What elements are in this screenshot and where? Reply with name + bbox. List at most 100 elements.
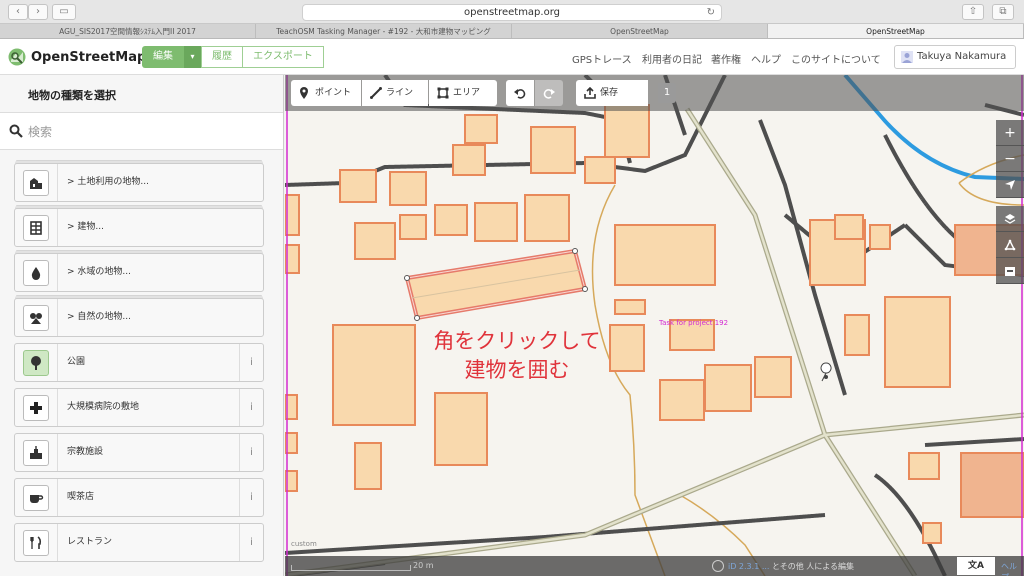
browser-tab-active[interactable]: OpenStreetMap	[768, 24, 1024, 38]
restaurant-icon	[30, 535, 42, 549]
user-menu-button[interactable]: Takuya Nakamura	[894, 45, 1016, 69]
preset-category-landuse[interactable]: > 土地利用の地物...	[14, 163, 264, 202]
add-line-button[interactable]: ライン	[362, 80, 428, 106]
imagery-source-label: custom	[291, 540, 317, 548]
preset-label: 喫茶店	[67, 492, 95, 502]
undo-button[interactable]	[506, 80, 534, 106]
geolocate-button[interactable]	[996, 172, 1024, 198]
share-icon[interactable]: ⇧	[962, 4, 984, 20]
preset-category-natural[interactable]: > 自然の地物...	[14, 298, 264, 337]
preset-label: > 土地利用の地物...	[67, 177, 149, 187]
add-point-label: ポイント	[315, 88, 352, 98]
preset-hospital-grounds[interactable]: 大規模病院の敷地 i	[14, 388, 264, 427]
site-header: OpenStreetMap 編集 ▾ 履歴 エクスポート GPSトレース 利用者…	[0, 39, 1024, 75]
reload-icon[interactable]: ↻	[707, 5, 715, 20]
address-bar[interactable]: openstreetmap.org ↻	[302, 4, 722, 21]
map-toolbar: ポイント ライン エリア 保存 1	[285, 75, 1024, 111]
site-logo-text[interactable]: OpenStreetMap	[31, 50, 146, 65]
preset-info-icon[interactable]: i	[239, 479, 263, 516]
export-button[interactable]: エクスポート	[242, 46, 324, 68]
preset-park[interactable]: 公園 i	[14, 343, 264, 382]
redo-icon	[543, 89, 555, 99]
upload-icon	[584, 87, 596, 99]
back-button[interactable]: ‹	[8, 4, 28, 20]
nav-link-diaries[interactable]: 利用者の日記	[642, 51, 702, 66]
preset-label: 宗教施設	[67, 447, 104, 457]
preset-info-icon[interactable]: i	[239, 344, 263, 381]
edit-button[interactable]: 編集	[142, 46, 184, 68]
save-label: 保存	[600, 88, 619, 98]
forward-button[interactable]: ›	[28, 4, 48, 20]
map-layer	[285, 75, 1024, 576]
preset-category-water[interactable]: > 水域の地物...	[14, 253, 264, 292]
cafe-cup-icon	[30, 494, 44, 503]
info-circle-icon[interactable]	[712, 560, 724, 572]
preset-sidebar: 地物の種類を選択 > 土地利用の地物... > 建物... > 水域の地物...…	[0, 75, 284, 576]
scale-bar	[291, 565, 411, 571]
preset-label: 公園	[67, 357, 86, 367]
background-settings-button[interactable]	[996, 206, 1024, 232]
add-point-button[interactable]: ポイント	[291, 80, 361, 106]
hospital-cross-icon	[30, 401, 42, 414]
search-icon	[9, 124, 23, 138]
preset-info-icon[interactable]: i	[239, 434, 263, 471]
preset-label: > 水域の地物...	[67, 267, 131, 277]
save-button[interactable]: 保存	[576, 80, 648, 106]
zoom-in-button[interactable]: +	[996, 120, 1024, 146]
map-data-button[interactable]	[996, 232, 1024, 258]
help-link[interactable]: ヘルプ	[1001, 561, 1024, 576]
preset-category-building[interactable]: > 建物...	[14, 208, 264, 247]
preset-list: > 土地利用の地物... > 建物... > 水域の地物... > 自然の地物.…	[14, 163, 264, 568]
map-data-icon	[1004, 238, 1016, 250]
nav-link-copyright[interactable]: 著作権	[711, 51, 741, 66]
map-canvas[interactable]: 角をクリックして 建物を囲む Task for project 192 ポイント…	[285, 75, 1024, 576]
location-arrow-icon	[1005, 179, 1015, 190]
search-input[interactable]	[28, 122, 268, 142]
tabs-overview-icon[interactable]: ⧉	[992, 4, 1014, 20]
redo-button[interactable]	[535, 80, 563, 106]
add-area-label: エリア	[453, 88, 481, 98]
nav-link-help[interactable]: ヘルプ	[751, 51, 781, 66]
avatar-icon	[901, 51, 913, 63]
instruction-overlay: 角をクリックして 建物を囲む	[409, 327, 625, 385]
line-icon	[370, 87, 382, 99]
add-area-button[interactable]: エリア	[429, 80, 497, 106]
buildings	[285, 104, 1024, 544]
preset-label: > 建物...	[67, 222, 104, 232]
instruction-line: 角をクリックして	[433, 329, 601, 353]
preset-info-icon[interactable]: i	[239, 524, 263, 561]
sidebar-title: 地物の種類を選択	[28, 89, 116, 102]
preset-restaurant[interactable]: レストラン i	[14, 523, 264, 562]
water-drop-icon	[31, 266, 41, 280]
language-button[interactable]: 文A	[957, 557, 995, 575]
preset-label: > 自然の地物...	[67, 312, 131, 322]
browser-tab-bar: AGU_SIS2017空間情報ｼｽﾃﾑ入門II 2017 TeachOSM Ta…	[0, 24, 1024, 39]
edit-dropdown-icon[interactable]: ▾	[184, 46, 201, 68]
building-icon	[30, 220, 42, 235]
preset-search	[0, 112, 283, 150]
browser-tab[interactable]: OpenStreetMap	[512, 24, 768, 38]
sidebar-toggle-icon[interactable]: ▭	[52, 4, 76, 20]
land-use-icon	[30, 177, 42, 189]
browser-toolbar: ‹ › ▭ openstreetmap.org ↻ ⇧ ⧉	[0, 0, 1024, 24]
zoom-out-button[interactable]: −	[996, 146, 1024, 172]
nav-link-gps-traces[interactable]: GPSトレース	[572, 51, 632, 66]
edit-count-badge: 1	[658, 83, 676, 103]
version-link[interactable]: iD 2.3.1 ...	[728, 562, 769, 571]
history-button[interactable]: 履歴	[201, 46, 243, 68]
add-line-label: ライン	[386, 88, 414, 98]
preset-cafe[interactable]: 喫茶店 i	[14, 478, 264, 517]
browser-tab[interactable]: TeachOSM Tasking Manager - #192 - 大和市建物マ…	[256, 24, 512, 38]
preset-place-of-worship[interactable]: 宗教施設 i	[14, 433, 264, 472]
undo-icon	[514, 89, 526, 99]
nav-link-about[interactable]: このサイトについて	[791, 51, 881, 66]
browser-tab[interactable]: AGU_SIS2017空間情報ｼｽﾃﾑ入門II 2017	[0, 24, 256, 38]
osm-logo-icon[interactable]	[8, 48, 26, 66]
user-name: Takuya Nakamura	[917, 51, 1007, 62]
issues-button[interactable]	[996, 258, 1024, 284]
preset-label: レストラン	[67, 537, 113, 547]
tree-icon	[31, 355, 41, 370]
place-of-worship-icon	[30, 445, 42, 459]
task-label: Task for project 192	[659, 319, 729, 327]
preset-info-icon[interactable]: i	[239, 389, 263, 426]
